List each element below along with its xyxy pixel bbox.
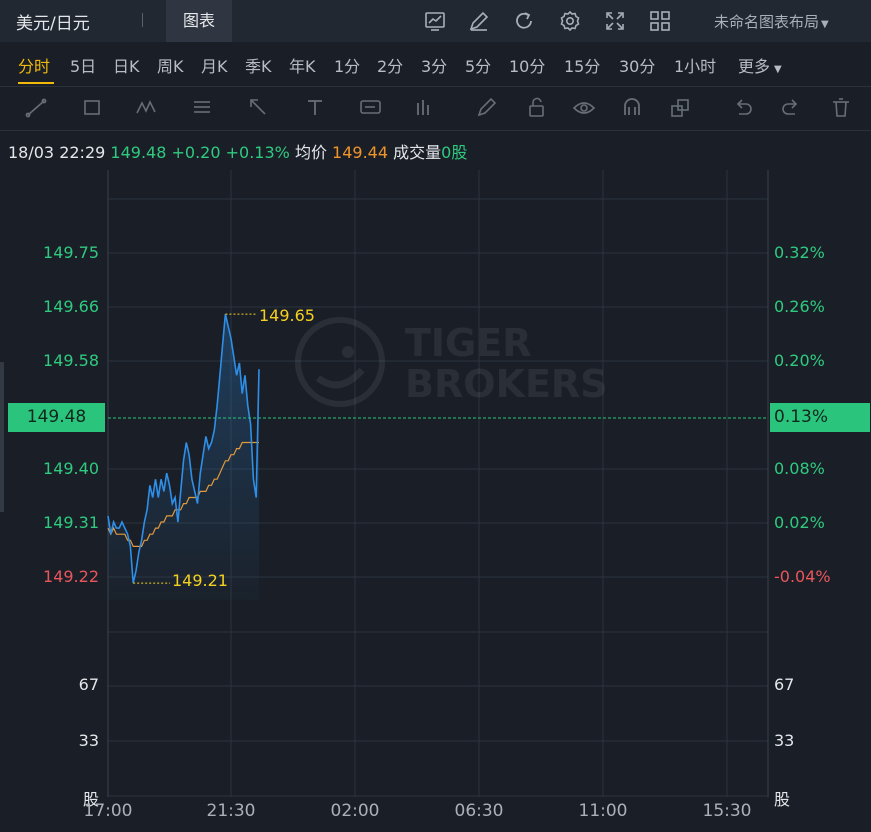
undo-icon[interactable] (730, 95, 756, 121)
chevron-down-icon: ▼ (821, 19, 829, 30)
layout-selector[interactable]: 未命名图表布局 ▼ (714, 11, 829, 32)
quote-datetime: 18/03 22:29 (8, 143, 106, 162)
magnet-icon[interactable] (619, 95, 645, 121)
lock-icon[interactable] (524, 95, 550, 121)
current-pct-tag: 0.13% (770, 403, 870, 432)
arrow-icon[interactable] (246, 95, 272, 121)
current-price-tag: 149.48 (8, 403, 105, 432)
low-price-label: 149.21 (172, 571, 228, 590)
quote-change: +0.20 (171, 143, 221, 162)
fullscreen-icon[interactable] (603, 9, 627, 33)
quote-info-bar: 18/03 22:29 149.48 +0.20 +0.13% 均价 149.4… (8, 139, 467, 163)
text-tool-icon[interactable] (303, 95, 329, 121)
period-bar: 分时 5日 日K 周K 月K 季K 年K 1分 2分 3分 5分 10分 15分… (0, 42, 871, 86)
watermark-logo (295, 317, 385, 407)
watermark-line1: TIGER (405, 321, 531, 365)
volume-tick: 33 (774, 731, 795, 750)
period-tab-month[interactable]: 月K (201, 53, 228, 77)
settings-icon[interactable] (558, 9, 582, 33)
pct-tick: 0.20% (774, 351, 825, 370)
time-tick: 21:30 (206, 801, 256, 821)
volume-label: 成交量 (393, 143, 442, 162)
chart-grid (107, 170, 769, 797)
period-tab-year[interactable]: 年K (289, 53, 316, 77)
period-tab-15m[interactable]: 15分 (564, 53, 600, 77)
period-tab-1h[interactable]: 1小时 (674, 53, 716, 77)
indicator-icon[interactable] (423, 9, 447, 33)
high-price-label: 149.65 (259, 306, 315, 325)
volume-value: 0股 (441, 143, 468, 162)
time-tick: 02:00 (330, 801, 380, 821)
time-tick: 15:30 (702, 801, 752, 821)
pct-tick: 0.32% (774, 243, 825, 262)
pen-icon[interactable] (474, 95, 500, 121)
drawing-toolbar (0, 87, 871, 129)
price-tick: 149.22 (43, 567, 99, 586)
more-label: 更多 (738, 57, 771, 76)
watermark-line2: BROKERS (405, 362, 608, 406)
volume-tick: 67 (774, 675, 795, 694)
layout-name: 未命名图表布局 (714, 13, 820, 31)
fib-icon[interactable] (190, 95, 216, 121)
avg-value: 149.44 (332, 143, 389, 162)
time-tick: 17:00 (83, 801, 133, 821)
period-tab-week[interactable]: 周K (157, 53, 184, 77)
trend-line-icon[interactable] (24, 95, 50, 121)
period-tab-5m[interactable]: 5分 (465, 53, 491, 77)
avg-price-line (107, 441, 259, 548)
period-tab-more[interactable]: 更多 ▼ (738, 53, 782, 77)
pct-tick: 0.26% (774, 297, 825, 316)
quote-change-pct: +0.13% (225, 143, 290, 162)
volume-unit: 股 (774, 790, 791, 809)
period-tab-5d[interactable]: 5日 (70, 53, 96, 77)
period-tab-quarter[interactable]: 季K (245, 53, 272, 77)
rectangle-icon[interactable] (80, 95, 106, 121)
price-tick: 149.40 (43, 459, 99, 478)
redo-icon[interactable] (778, 95, 804, 121)
active-period-underline (18, 82, 54, 84)
period-tab-day[interactable]: 日K (113, 53, 140, 77)
price-tick: 149.31 (43, 513, 99, 532)
price-tick: 149.75 (43, 243, 99, 262)
period-tab-2m[interactable]: 2分 (377, 53, 403, 77)
price-tick: 149.58 (43, 351, 99, 370)
avg-label: 均价 (294, 143, 327, 162)
draw-edit-icon[interactable] (467, 9, 491, 33)
tab-chart[interactable]: 图表 (166, 0, 232, 42)
pct-tick: 0.08% (774, 459, 825, 478)
symbol-title[interactable]: 美元/日元 (16, 9, 90, 34)
trash-icon[interactable] (828, 95, 854, 121)
volume-tick: 33 (78, 731, 99, 750)
layout-grid-icon[interactable] (648, 9, 672, 33)
price-range-icon[interactable] (412, 95, 438, 121)
price-line (107, 313, 260, 584)
period-tab-1m[interactable]: 1分 (334, 53, 360, 77)
top-bar: 美元/日元 图表 未命名图表布局 ▼ (0, 0, 871, 42)
volume-tick: 67 (78, 675, 99, 694)
layers-icon[interactable] (668, 95, 694, 121)
pattern-icon[interactable] (134, 95, 160, 121)
title-divider (142, 13, 143, 27)
caret-down-icon: ▼ (774, 64, 782, 75)
price-tick: 149.66 (43, 297, 99, 316)
label-icon[interactable] (358, 95, 384, 121)
time-tick: 11:00 (578, 801, 628, 821)
pct-tick: 0.02% (774, 513, 825, 532)
period-tab-10m[interactable]: 10分 (509, 53, 545, 77)
time-tick: 06:30 (454, 801, 504, 821)
period-tab-30m[interactable]: 30分 (619, 53, 655, 77)
period-tab-intraday[interactable]: 分时 (18, 53, 50, 77)
quote-price: 149.48 (110, 143, 167, 162)
divider (0, 130, 871, 131)
period-tab-3m[interactable]: 3分 (421, 53, 447, 77)
price-area-fill (108, 314, 259, 600)
left-resize-handle[interactable] (0, 362, 4, 512)
eye-icon[interactable] (571, 95, 597, 121)
refresh-icon[interactable] (512, 9, 536, 33)
pct-tick: -0.04% (774, 567, 831, 586)
